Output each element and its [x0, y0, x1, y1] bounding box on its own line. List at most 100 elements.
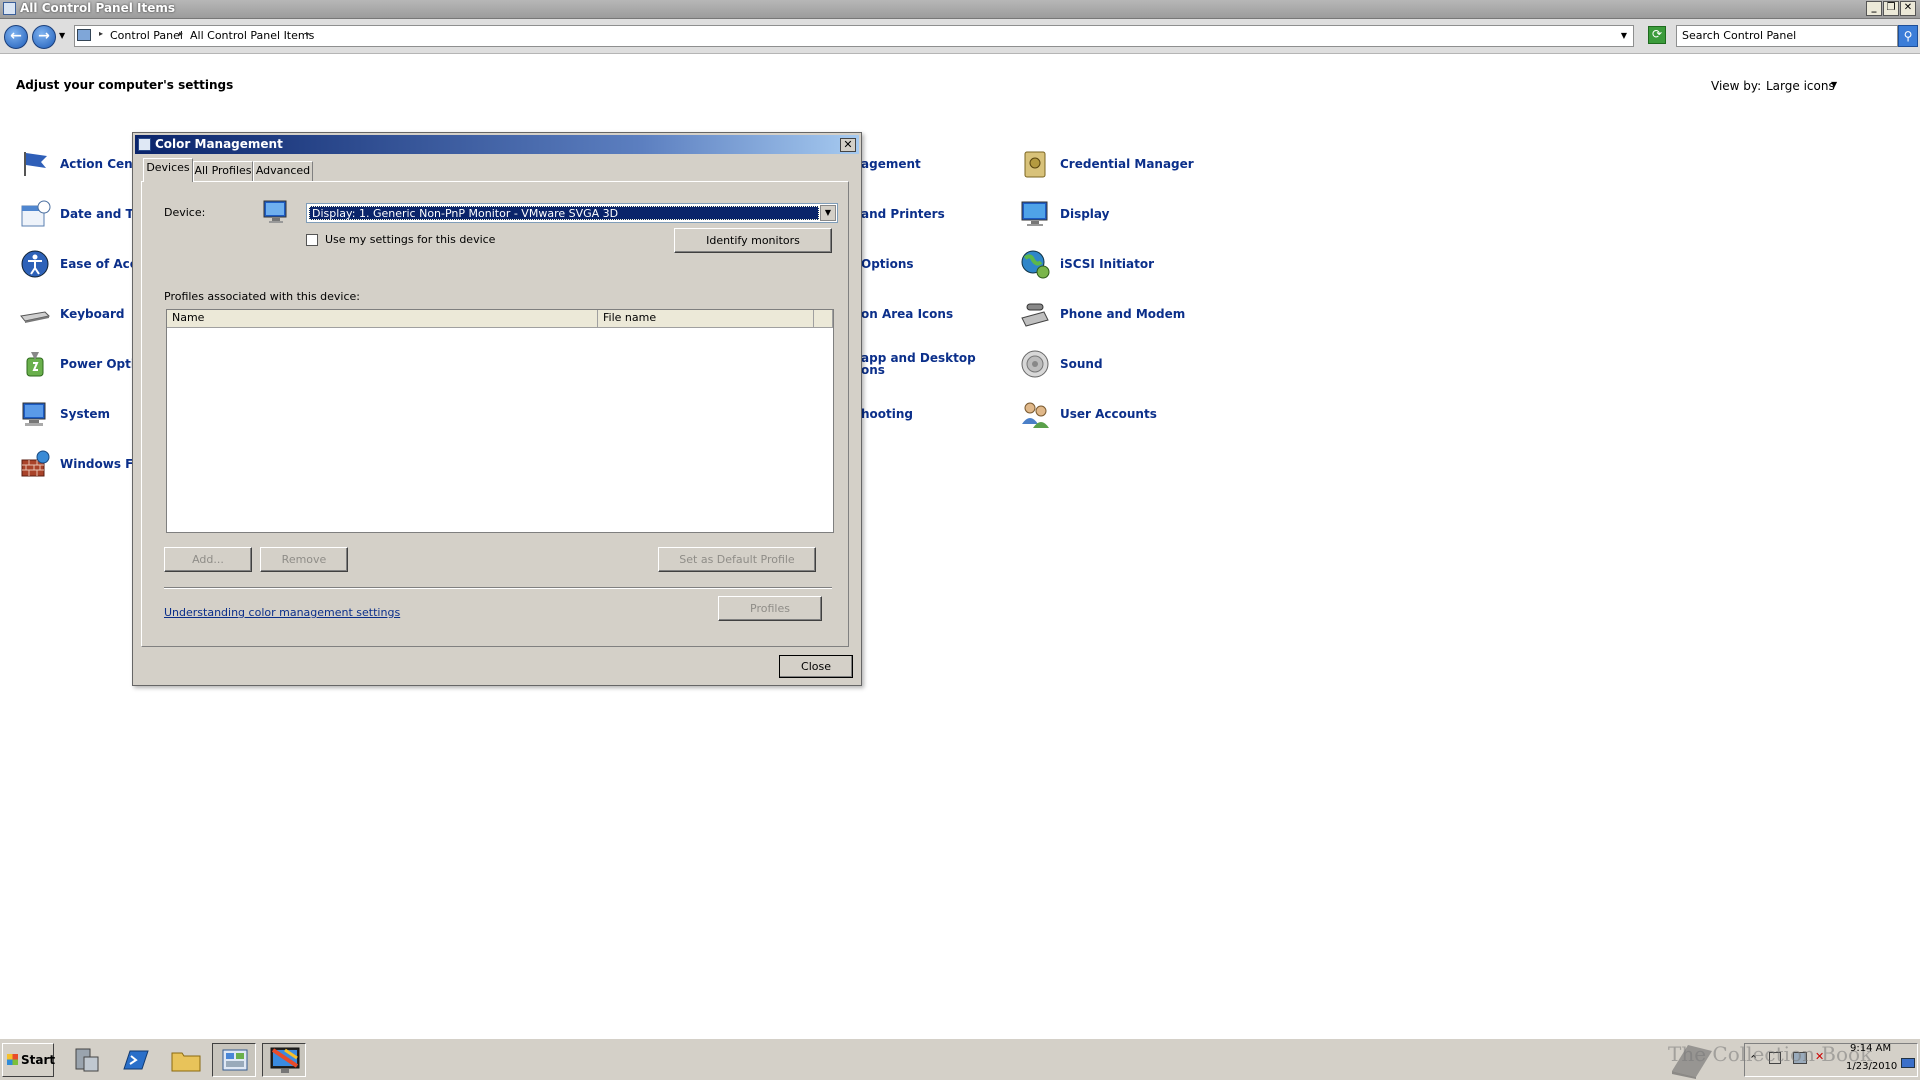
keyboard-icon: [20, 311, 51, 323]
back-button[interactable]: ←: [4, 25, 28, 49]
crumb-all-items[interactable]: All Control Panel Items: [190, 29, 314, 42]
cp-item-label[interactable]: agement: [861, 157, 921, 171]
cp-item-label[interactable]: on Area Icons: [861, 307, 953, 321]
cp-item-label[interactable]: System: [60, 407, 110, 421]
device-select-value: Display: 1. Generic Non-PnP Monitor - VM…: [309, 206, 819, 220]
monitor-icon: [1021, 201, 1048, 226]
help-link[interactable]: Understanding color management settings: [164, 606, 400, 619]
speaker-icon: [1021, 350, 1049, 378]
cp-item-label[interactable]: User Accounts: [1060, 407, 1157, 421]
show-desktop-icon[interactable]: [1901, 1058, 1915, 1068]
powershell-icon: [123, 1050, 149, 1070]
color-management-dialog: Color Management ✕ Devices All Profiles …: [132, 132, 862, 686]
clock-time[interactable]: 9:14 AM: [1850, 1043, 1891, 1054]
tab-devices[interactable]: Devices: [143, 158, 193, 182]
profiles-button[interactable]: Profiles: [718, 596, 822, 621]
search-input[interactable]: Search Control Panel: [1676, 25, 1898, 47]
use-my-settings-checkbox[interactable]: [306, 234, 318, 246]
crumb-control-panel[interactable]: Control Panel: [110, 29, 183, 42]
restore-button[interactable]: ❐: [1883, 1, 1899, 16]
tab-all-profiles[interactable]: All Profiles: [193, 161, 253, 181]
devices-tab-panel: Device: Display: 1. Generic Non-PnP Moni…: [141, 181, 849, 647]
taskbar-server-manager[interactable]: [64, 1043, 108, 1077]
taskbar-color-management[interactable]: [262, 1043, 306, 1077]
control-panel-icon: [3, 2, 16, 15]
monitor-icon: [263, 200, 287, 223]
view-by-dropdown[interactable]: Large icons: [1766, 79, 1835, 93]
vault-icon: [1024, 151, 1046, 178]
cp-item-label[interactable]: Display: [1060, 207, 1109, 221]
windows-logo-icon: [7, 1054, 18, 1065]
remove-button[interactable]: Remove: [260, 547, 348, 572]
color-management-icon: [270, 1047, 300, 1073]
computer-icon: [22, 402, 46, 426]
address-bar: ← → ▼ ▸ Control Panel ▸ All Control Pane…: [0, 19, 1920, 54]
column-header-name[interactable]: Name: [167, 310, 598, 328]
column-header-file-name[interactable]: File name: [598, 310, 814, 328]
view-by-label: View by:: [1711, 79, 1762, 93]
taskbar-control-panel[interactable]: [212, 1043, 256, 1077]
forward-button[interactable]: →: [32, 25, 56, 49]
divider: [164, 587, 832, 589]
device-label: Device:: [164, 206, 206, 219]
cp-item-label[interactable]: app and Desktop ons: [861, 352, 976, 376]
flag-icon: [24, 152, 47, 176]
search-icon[interactable]: ⚲: [1898, 25, 1918, 47]
close-window-button[interactable]: ✕: [1900, 1, 1916, 16]
refresh-button[interactable]: ⟳: [1648, 26, 1666, 44]
cp-item-label-line2: ons: [861, 363, 885, 377]
cp-item-label[interactable]: Sound: [1060, 357, 1103, 371]
address-field[interactable]: ▸ Control Panel ▸ All Control Panel Item…: [74, 25, 1634, 47]
chevron-down-icon[interactable]: ▼: [1831, 80, 1837, 89]
close-button[interactable]: Close: [779, 655, 853, 678]
cp-item-label[interactable]: iSCSI Initiator: [1060, 257, 1154, 271]
calendar-icon: [21, 200, 51, 227]
chevron-down-icon[interactable]: ▼: [820, 205, 836, 221]
clock-date[interactable]: 1/23/2010: [1846, 1061, 1897, 1072]
use-my-settings-label: Use my settings for this device: [325, 233, 496, 246]
page-heading: Adjust your computer's settings: [16, 78, 234, 92]
minimize-button[interactable]: _: [1866, 1, 1882, 16]
add-button[interactable]: Add...: [164, 547, 252, 572]
start-button[interactable]: Start: [2, 1043, 56, 1077]
globe-icon: [1021, 250, 1050, 279]
watermark-text: The Collection Book: [1668, 1042, 1873, 1066]
cp-item-label[interactable]: Keyboard: [60, 307, 125, 321]
color-management-icon: [138, 138, 151, 151]
crumb-arrow-icon[interactable]: ▸: [179, 29, 183, 38]
cp-item-label[interactable]: Credential Manager: [1060, 157, 1194, 171]
device-select[interactable]: Display: 1. Generic Non-PnP Monitor - VM…: [306, 203, 838, 223]
crumb-arrow-icon[interactable]: ▸: [99, 29, 103, 38]
taskbar: Start ⌃ ✕: [0, 1038, 1920, 1080]
window-title: All Control Panel Items: [20, 1, 176, 15]
crumb-arrow-icon[interactable]: ▸: [306, 29, 310, 38]
users-icon: [1022, 402, 1049, 428]
column-header-filler: [814, 310, 833, 328]
tab-advanced[interactable]: Advanced: [253, 161, 313, 181]
firewall-icon: [21, 450, 50, 477]
taskbar-powershell[interactable]: [114, 1043, 158, 1077]
close-icon[interactable]: ✕: [840, 138, 856, 152]
control-panel-icon: [77, 29, 91, 41]
identify-monitors-button[interactable]: Identify monitors: [674, 228, 832, 253]
address-dropdown-icon[interactable]: ▼: [1621, 31, 1627, 40]
cp-item-label[interactable]: Phone and Modem: [1060, 307, 1185, 321]
set-as-default-profile-button[interactable]: Set as Default Profile: [658, 547, 816, 572]
profiles-associated-label: Profiles associated with this device:: [164, 290, 361, 303]
profiles-list[interactable]: Name File name: [166, 309, 834, 533]
accessibility-icon: [21, 250, 49, 278]
cp-item-label[interactable]: hooting: [861, 407, 913, 421]
server-manager-icon: [75, 1048, 99, 1072]
cp-item-label[interactable]: Options: [861, 257, 914, 271]
dialog-title: Color Management: [155, 137, 283, 151]
power-icon: [26, 352, 44, 377]
start-label: Start: [21, 1053, 56, 1067]
control-panel-icon: [222, 1049, 248, 1071]
dialog-titlebar[interactable]: Color Management ✕: [135, 135, 859, 154]
taskbar-explorer[interactable]: [164, 1043, 208, 1077]
phone-icon: [1021, 303, 1049, 327]
folder-icon: [171, 1052, 201, 1072]
window-titlebar: All Control Panel Items _ ❐ ✕: [0, 0, 1920, 19]
cp-item-label[interactable]: and Printers: [861, 207, 945, 221]
recent-pages-arrow-icon[interactable]: ▼: [59, 31, 65, 40]
